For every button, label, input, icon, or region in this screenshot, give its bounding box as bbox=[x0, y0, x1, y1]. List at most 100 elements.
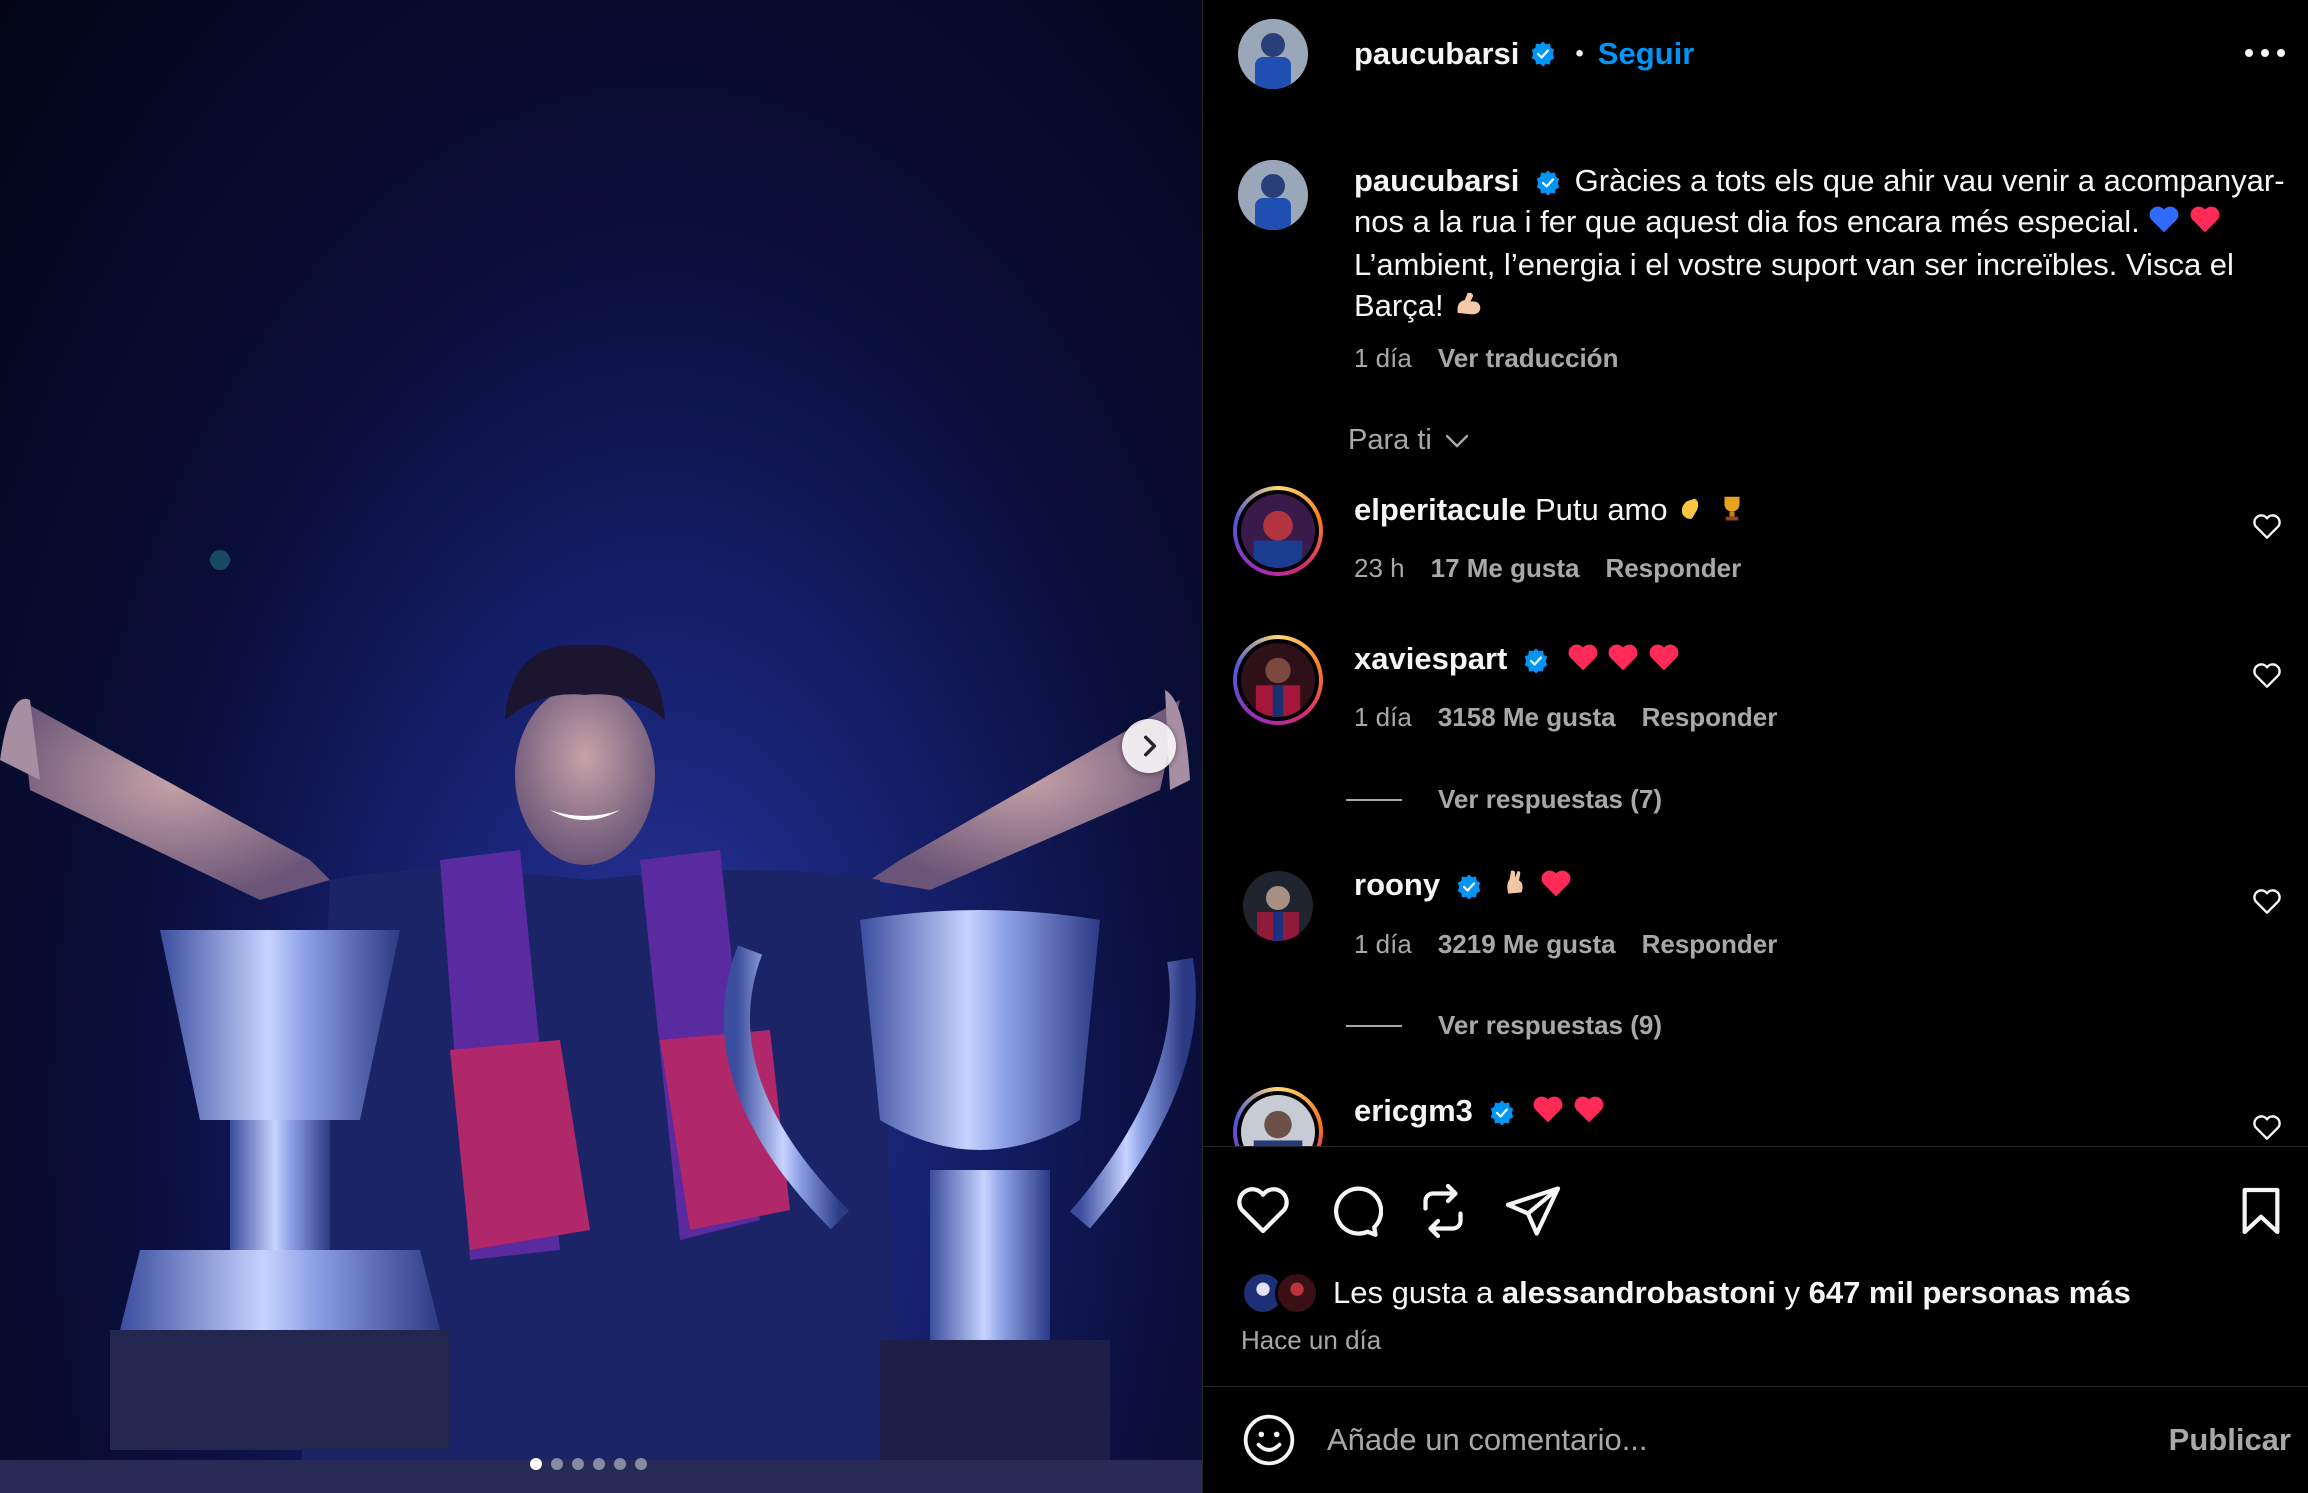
comment-time: 23 h bbox=[1354, 552, 1405, 583]
comment-likes[interactable]: 3158 Me gusta bbox=[1438, 702, 1616, 732]
comment-username[interactable]: ericgm3 bbox=[1354, 1093, 1473, 1128]
comment-icon[interactable] bbox=[1323, 1181, 1384, 1241]
post-caption: paucubarsi Gràcies a tots els que ahir v… bbox=[1238, 160, 2288, 374]
bookmark-icon[interactable] bbox=[2233, 1183, 2289, 1239]
comment-username[interactable]: xaviespart bbox=[1354, 641, 1507, 676]
caption-meta: 1 día Ver traducción bbox=[1354, 343, 2288, 374]
repost-icon[interactable] bbox=[1413, 1181, 1473, 1241]
red-heart-icon bbox=[1567, 642, 1599, 680]
liker-avatars bbox=[1241, 1271, 1323, 1315]
caption-text: paucubarsi Gràcies a tots els que ahir v… bbox=[1354, 160, 2288, 329]
avatar-story-ring[interactable] bbox=[1233, 1087, 1323, 1146]
comment-meta: 1 día 3158 Me gusta Responder bbox=[1354, 702, 2283, 733]
comment-meta: 23 h 17 Me gusta Responder bbox=[1354, 553, 2283, 584]
comment-time: 1 día bbox=[1354, 701, 1412, 732]
likes-count[interactable]: 647 mil personas más bbox=[1809, 1275, 2131, 1311]
red-heart-icon bbox=[1532, 1094, 1564, 1132]
avatar bbox=[1241, 1095, 1315, 1146]
more-icon[interactable] bbox=[2245, 38, 2285, 68]
view-replies-button[interactable]: Ver respuestas (9) bbox=[1346, 1010, 1662, 1041]
author-username[interactable]: paucubarsi bbox=[1354, 36, 1519, 72]
crossed-fingers-icon bbox=[1499, 867, 1531, 907]
carousel-indicator bbox=[530, 1458, 647, 1470]
heart-icon[interactable] bbox=[2251, 886, 2283, 918]
blue-heart-icon bbox=[2148, 203, 2180, 244]
red-heart-icon bbox=[1607, 642, 1639, 680]
comment-body: elperitacule Putu amo bbox=[1354, 486, 2283, 531]
comment-item: xaviespart 1 día 3158 Me gusta Responder bbox=[1233, 635, 2283, 733]
likes-summary[interactable]: Les gusta a alessandrobastoni y 647 mil … bbox=[1241, 1271, 2131, 1315]
post-photo bbox=[0, 550, 1202, 1493]
separator: • bbox=[1575, 40, 1584, 67]
liker-username[interactable]: alessandrobastoni bbox=[1502, 1275, 1776, 1311]
carousel-dot bbox=[572, 1458, 584, 1470]
carousel-dot bbox=[551, 1458, 563, 1470]
next-slide-button[interactable] bbox=[1122, 719, 1176, 773]
comment-time: 1 día bbox=[1354, 929, 1412, 959]
red-heart-icon bbox=[1540, 868, 1572, 906]
clapping-hands-icon bbox=[1676, 493, 1708, 531]
post-media bbox=[0, 0, 1202, 1493]
follow-button[interactable]: Seguir bbox=[1598, 36, 1694, 72]
sort-label: Para ti bbox=[1348, 424, 1432, 456]
carousel-dot bbox=[614, 1458, 626, 1470]
avatar-story-ring[interactable] bbox=[1233, 635, 1323, 725]
view-replies-button[interactable]: Ver respuestas (7) bbox=[1346, 784, 1662, 815]
avatar[interactable] bbox=[1238, 19, 1308, 89]
chevron-right-icon bbox=[1144, 735, 1157, 757]
action-icons bbox=[1233, 1181, 1563, 1241]
reply-button[interactable]: Responder bbox=[1642, 702, 1778, 732]
heart-icon[interactable] bbox=[2251, 1112, 2283, 1144]
emoji-icon[interactable] bbox=[1241, 1412, 1297, 1468]
avatar bbox=[1241, 494, 1315, 568]
heart-icon[interactable] bbox=[2251, 660, 2283, 692]
carousel-dot bbox=[593, 1458, 605, 1470]
avatar bbox=[1275, 1271, 1319, 1315]
comment-username[interactable]: elperitacule bbox=[1354, 492, 1526, 527]
verified-icon bbox=[1490, 1100, 1513, 1126]
red-heart-icon bbox=[1648, 642, 1680, 680]
likes-joiner: y bbox=[1784, 1275, 1800, 1310]
share-icon[interactable] bbox=[1503, 1181, 1563, 1241]
avatar-story-ring[interactable] bbox=[1233, 486, 1323, 576]
red-heart-icon bbox=[1573, 1094, 1605, 1132]
reply-button[interactable]: Responder bbox=[1642, 929, 1778, 959]
comment-body: xaviespart bbox=[1354, 635, 2283, 680]
comment-sort[interactable]: Para ti bbox=[1348, 424, 1470, 457]
reply-button[interactable]: Responder bbox=[1605, 553, 1741, 583]
verified-icon bbox=[1536, 170, 1560, 196]
comment-text: Putu amo bbox=[1534, 492, 1668, 527]
comment-meta: 1 día 3219 Me gusta Responder bbox=[1354, 929, 2283, 960]
comment-likes[interactable]: 3219 Me gusta bbox=[1438, 929, 1616, 959]
post-side-panel: paucubarsi • Seguir paucubarsi Gràcies a… bbox=[1202, 0, 2308, 1493]
comment-body: ericgm3 bbox=[1354, 1087, 2283, 1132]
flexed-biceps-icon bbox=[1452, 287, 1486, 329]
carousel-dot bbox=[635, 1458, 647, 1470]
avatar[interactable] bbox=[1238, 160, 1308, 230]
caption-username[interactable]: paucubarsi bbox=[1354, 163, 1519, 198]
chevron-down-icon bbox=[1445, 434, 1469, 448]
post-date: Hace un día bbox=[1241, 1325, 1382, 1355]
trophy-icon bbox=[1717, 493, 1747, 531]
comments-list[interactable]: paucubarsi Gràcies a tots els que ahir v… bbox=[1203, 108, 2308, 1146]
view-replies-label: Ver respuestas (9) bbox=[1438, 1010, 1663, 1040]
comment-composer: Publicar bbox=[1203, 1386, 2308, 1493]
comment-item: roony 1 día 3219 Me gusta Responder bbox=[1233, 861, 2283, 960]
comment-item: elperitacule Putu amo 23 h 17 Me gusta Res… bbox=[1233, 486, 2283, 584]
heart-icon[interactable] bbox=[2251, 511, 2283, 543]
comment-username[interactable]: roony bbox=[1354, 867, 1440, 902]
publish-button[interactable]: Publicar bbox=[2169, 1422, 2291, 1458]
caption-time: 1 día bbox=[1354, 343, 1412, 374]
red-heart-icon bbox=[2189, 203, 2221, 244]
carousel-dot bbox=[530, 1458, 542, 1470]
avatar[interactable] bbox=[1243, 871, 1313, 941]
heart-icon[interactable] bbox=[1233, 1181, 1293, 1241]
verified-icon bbox=[1524, 648, 1548, 674]
view-replies-label: Ver respuestas (7) bbox=[1438, 784, 1663, 814]
verified-icon bbox=[1457, 874, 1480, 900]
comment-likes[interactable]: 17 Me gusta bbox=[1431, 553, 1580, 583]
avatar bbox=[1241, 643, 1315, 717]
comment-input[interactable] bbox=[1327, 1422, 2169, 1458]
translate-link[interactable]: Ver traducción bbox=[1438, 343, 1619, 373]
post-header: paucubarsi • Seguir bbox=[1203, 0, 2308, 108]
